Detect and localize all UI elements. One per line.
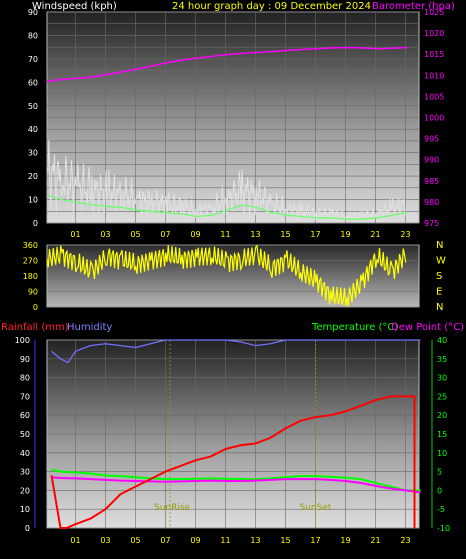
barometer-tick-label: 1020: [424, 29, 444, 38]
compass-label: E: [436, 287, 442, 298]
wind-y-tick-label: 50: [28, 102, 38, 111]
wind-x-tick-label: 15: [280, 230, 290, 239]
temperature-tick-label: 10: [437, 449, 447, 458]
wind-x-tick-label: 21: [370, 230, 380, 239]
temperature-tick-label: 20: [437, 411, 447, 420]
wind-y-tick-label: 20: [28, 172, 38, 181]
rainfall-tick-label: 40: [20, 449, 30, 458]
temperature-tick-label: 0: [437, 486, 442, 495]
barometer-tick-label: 1000: [424, 114, 444, 123]
weather-x-tick-label: 19: [340, 536, 350, 545]
barometer-tick-label: 990: [424, 156, 439, 165]
direction-y-tick-label: 180: [23, 272, 38, 281]
temperature-tick-label: 30: [437, 374, 447, 383]
weather-graph-page: Windspeed (kph) 24 hour graph day : 09 D…: [0, 0, 466, 555]
weather-x-tick-label: 09: [190, 536, 200, 545]
compass-label: N: [436, 240, 443, 251]
weather-x-tick-label: 07: [160, 536, 170, 545]
wind-y-tick-label: 80: [28, 31, 38, 40]
wind-y-tick-label: 0: [33, 219, 38, 228]
temperature-tick-label: -5: [437, 505, 445, 514]
weather-x-tick-label: 11: [220, 536, 230, 545]
temperature-legend-label: Temperature (°C): [311, 322, 398, 333]
temperature-tick-label: 40: [437, 336, 447, 345]
rainfall-tick-label: 50: [20, 430, 30, 439]
temperature-tick-label: -10: [437, 524, 450, 533]
rainfall-tick-label: 80: [20, 374, 30, 383]
chart-title: 24 hour graph day : 09 December 2024: [172, 1, 371, 12]
temperature-tick-label: 35: [437, 355, 447, 364]
temperature-tick-label: 15: [437, 430, 447, 439]
weather-x-tick-label: 03: [100, 536, 110, 545]
wind-y-tick-label: 60: [28, 78, 38, 87]
barometer-tick-label: 995: [424, 135, 439, 144]
wind-x-tick-label: 11: [220, 230, 230, 239]
barometer-tick-label: 980: [424, 198, 439, 207]
weather-x-tick-label: 15: [280, 536, 290, 545]
weather-x-tick-label: 21: [370, 536, 380, 545]
weather-x-tick-label: 13: [250, 536, 260, 545]
rainfall-tick-label: 30: [20, 468, 30, 477]
compass-label: S: [436, 271, 442, 282]
weather-x-tick-label: 17: [310, 536, 320, 545]
wind-x-tick-label: 09: [190, 230, 200, 239]
temperature-tick-label: 25: [437, 392, 447, 401]
wind-y-tick-label: 70: [28, 55, 38, 64]
direction-y-tick-label: 270: [23, 257, 38, 266]
sun-marker-label: SunRise: [154, 503, 191, 513]
direction-y-tick-label: 90: [28, 288, 38, 297]
windspeed-axis-label: Windspeed (kph): [32, 1, 117, 12]
barometer-tick-label: 1015: [424, 50, 444, 59]
wind-x-tick-label: 17: [310, 230, 320, 239]
direction-y-tick-label: 0: [33, 303, 38, 312]
wind-x-tick-label: 13: [250, 230, 260, 239]
wind-y-tick-label: 10: [28, 196, 38, 205]
weather-x-tick-label: 05: [130, 536, 140, 545]
wind-x-tick-label: 01: [70, 230, 80, 239]
barometer-tick-label: 985: [424, 177, 439, 186]
humidity-legend-label: Humidity: [67, 322, 112, 333]
rainfall-tick-label: 0: [25, 524, 30, 533]
weather-x-tick-label: 01: [70, 536, 80, 545]
dewpoint-legend-label: Dew Point (°C): [391, 322, 464, 333]
wind-y-tick-label: 30: [28, 149, 38, 158]
wind-y-tick-label: 90: [28, 8, 38, 17]
rainfall-tick-label: 100: [15, 336, 30, 345]
wind-x-tick-label: 03: [100, 230, 110, 239]
sun-marker-label: SunSet: [300, 503, 332, 513]
barometer-tick-label: 1025: [424, 8, 444, 17]
direction-y-tick-label: 360: [23, 241, 38, 250]
wind-y-tick-label: 40: [28, 125, 38, 134]
wind-x-tick-label: 19: [340, 230, 350, 239]
rainfall-tick-label: 10: [20, 505, 30, 514]
compass-label: W: [436, 256, 446, 267]
temperature-tick-label: 5: [437, 468, 442, 477]
barometer-tick-label: 975: [424, 219, 439, 228]
weather-x-tick-label: 23: [400, 536, 410, 545]
wind-x-tick-label: 07: [160, 230, 170, 239]
rainfall-tick-label: 20: [20, 486, 30, 495]
rainfall-tick-label: 90: [20, 355, 30, 364]
weather-24h-chart: Windspeed (kph) 24 hour graph day : 09 D…: [1, 1, 464, 545]
rainfall-tick-label: 70: [20, 392, 30, 401]
rainfall-tick-label: 60: [20, 411, 30, 420]
barometer-tick-label: 1010: [424, 71, 444, 80]
wind-x-tick-label: 23: [400, 230, 410, 239]
barometer-tick-label: 1005: [424, 92, 444, 101]
compass-label: N: [436, 302, 443, 313]
wind-x-tick-label: 05: [130, 230, 140, 239]
rainfall-legend-label: Rainfall (mm): [1, 322, 69, 333]
